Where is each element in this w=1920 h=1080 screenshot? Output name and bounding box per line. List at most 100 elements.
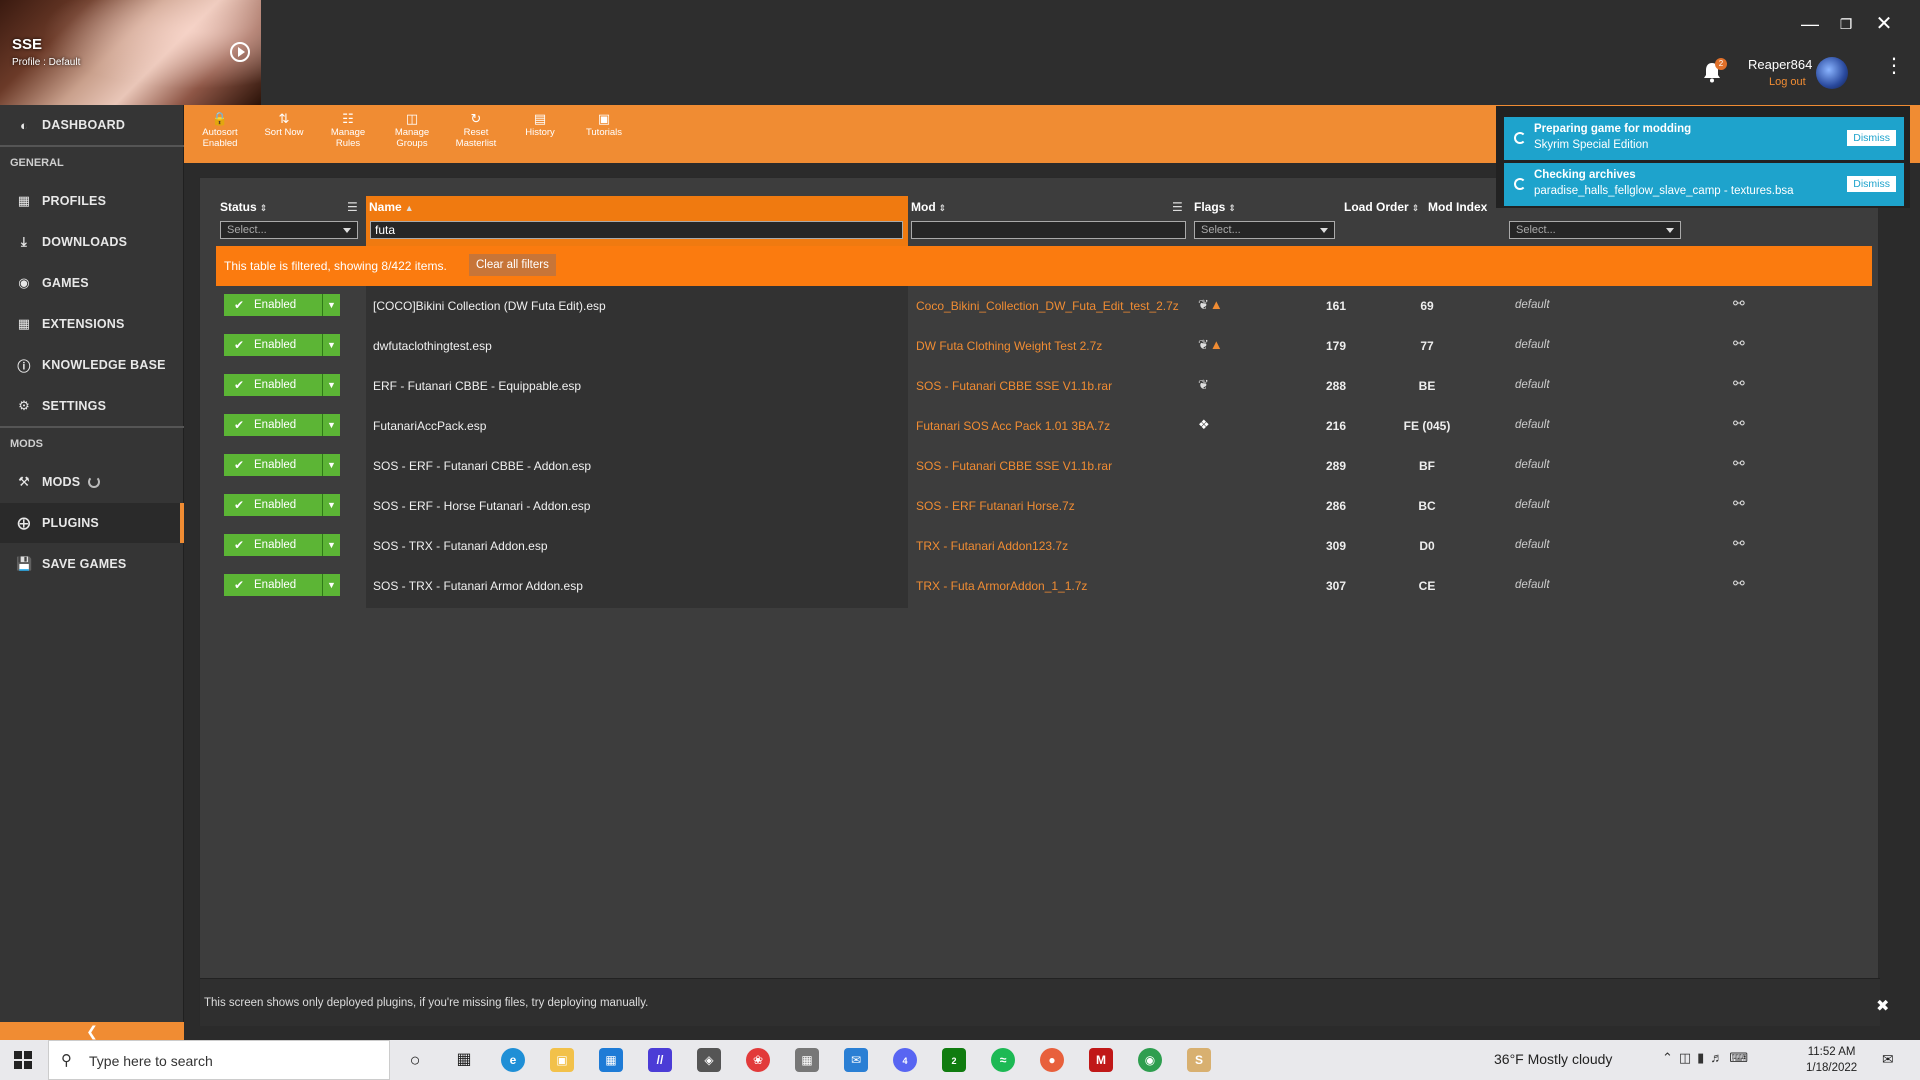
windows-start-icon[interactable] xyxy=(14,1051,32,1069)
table-row[interactable]: ✔ Enabled ▼ SOS - ERF - Futanari CBBE - Add… xyxy=(200,446,1880,486)
dependencies-icon[interactable]: ⚯ xyxy=(1733,295,1745,312)
group-label[interactable]: default xyxy=(1515,299,1550,311)
close-window-button[interactable]: ✕ xyxy=(1870,12,1898,36)
mod-link[interactable]: SOS - Futanari CBBE SSE V1.1b.rar xyxy=(916,379,1112,393)
chevron-down-icon[interactable]: ▼ xyxy=(322,494,340,516)
group-label[interactable]: default xyxy=(1515,339,1550,351)
sidebar-item-games[interactable]: ◉ GAMES xyxy=(0,263,184,303)
history-button[interactable]: ▤ History xyxy=(510,112,570,138)
chevron-down-icon[interactable]: ▼ xyxy=(322,294,340,316)
status-toggle-button[interactable]: ✔ Enabled ▼ xyxy=(224,534,340,556)
sidebar-item-knowledge-base[interactable]: ⓘ KNOWLEDGE BASE xyxy=(0,345,184,385)
store-icon[interactable]: ▦ xyxy=(599,1048,623,1072)
column-header-mod[interactable]: Mod ⇕ xyxy=(911,200,946,214)
dependencies-icon[interactable]: ⚯ xyxy=(1733,575,1745,592)
table-row[interactable]: ✔ Enabled ▼ FutanariAccPack.esp Futanari SOS… xyxy=(200,406,1880,446)
edge-icon[interactable]: e xyxy=(501,1048,525,1072)
dependencies-icon[interactable]: ⚯ xyxy=(1733,455,1745,472)
xbox-icon[interactable]: 2 xyxy=(942,1048,966,1072)
chevron-down-icon[interactable]: ▼ xyxy=(322,534,340,556)
column-header-mod-index[interactable]: Mod Index xyxy=(1428,200,1487,214)
close-icon[interactable]: ✖ xyxy=(1876,996,1889,1016)
sidebar-item-profiles[interactable]: ▦ PROFILES xyxy=(0,181,184,221)
chevron-down-icon[interactable]: ▼ xyxy=(322,414,340,436)
sidebar-item-settings[interactable]: ⚙ SETTINGS xyxy=(0,386,184,426)
flags-filter-select[interactable]: Select... xyxy=(1194,221,1335,239)
butterfly-app-icon[interactable]: ❀ xyxy=(746,1048,770,1072)
sidebar-collapse-button[interactable]: ❮ xyxy=(0,1022,184,1040)
status-toggle-button[interactable]: ✔ Enabled ▼ xyxy=(224,294,340,316)
group-label[interactable]: default xyxy=(1515,379,1550,391)
taskbar-search-input[interactable]: ⚲ Type here to search xyxy=(48,1040,390,1080)
game-tool-icon[interactable]: ▦ xyxy=(795,1048,819,1072)
status-toggle-button[interactable]: ✔ Enabled ▼ xyxy=(224,334,340,356)
column-header-flags[interactable]: Flags ⇕ xyxy=(1194,200,1236,214)
sidebar-item-mods[interactable]: ⚒ MODS xyxy=(0,462,184,502)
chrome-icon[interactable]: ◉ xyxy=(1138,1048,1162,1072)
sidebar-item-dashboard[interactable]: ◐ DASHBOARD xyxy=(0,105,184,145)
vortex-app-icon[interactable]: // xyxy=(648,1048,672,1072)
column-header-name[interactable]: Name ▲ xyxy=(369,200,414,214)
chevron-down-icon[interactable]: ▼ xyxy=(322,374,340,396)
action-center-icon[interactable]: ✉ xyxy=(1882,1051,1894,1068)
sidebar-item-extensions[interactable]: ▦ EXTENSIONS xyxy=(0,304,184,344)
task-view-icon[interactable]: ▦ xyxy=(452,1048,476,1072)
restore-button[interactable]: ❐ xyxy=(1832,12,1860,36)
column-header-load-order[interactable]: Load Order ⇕ xyxy=(1344,200,1419,214)
avatar[interactable] xyxy=(1816,57,1848,89)
status-filter-select[interactable]: Select... xyxy=(220,221,358,239)
more-menu-icon[interactable]: ⋮ xyxy=(1884,56,1904,84)
group-label[interactable]: default xyxy=(1515,579,1550,591)
sidebar-item-plugins[interactable]: ⨁ PLUGINS xyxy=(0,503,184,543)
status-toggle-button[interactable]: ✔ Enabled ▼ xyxy=(224,374,340,396)
sublime-icon[interactable]: S xyxy=(1187,1048,1211,1072)
system-tray-icons[interactable]: ⌃◫▮♬⌨ xyxy=(1662,1050,1754,1066)
flags-cell[interactable]: ❦ xyxy=(1198,377,1209,393)
mod-filter-input[interactable] xyxy=(911,221,1186,239)
play-icon[interactable] xyxy=(230,42,250,62)
chevron-down-icon[interactable]: ▼ xyxy=(322,454,340,476)
mod-link[interactable]: Coco_Bikini_Collection_DW_Futa_Edit_test… xyxy=(916,299,1179,313)
column-options-icon[interactable]: ☰ xyxy=(347,200,358,214)
status-toggle-button[interactable]: ✔ Enabled ▼ xyxy=(224,454,340,476)
dismiss-button[interactable]: Dismiss xyxy=(1847,176,1896,192)
dismiss-button[interactable]: Dismiss xyxy=(1847,130,1896,146)
chevron-down-icon[interactable]: ▼ xyxy=(322,574,340,596)
tutorials-button[interactable]: ▣ Tutorials xyxy=(574,112,634,138)
sidebar-item-save-games[interactable]: 💾 SAVE GAMES xyxy=(0,544,184,584)
group-label[interactable]: default xyxy=(1515,539,1550,551)
manage-groups-button[interactable]: ◫ Manage Groups xyxy=(382,112,442,149)
flags-cell[interactable]: ❖ xyxy=(1198,417,1210,433)
table-row[interactable]: ✔ Enabled ▼ SOS - TRX - Futanari Addon.esp T… xyxy=(200,526,1880,566)
mod-link[interactable]: Futanari SOS Acc Pack 1.01 3BA.7z xyxy=(916,419,1110,433)
mod-link[interactable]: SOS - Futanari CBBE SSE V1.1b.rar xyxy=(916,459,1112,473)
mail-icon[interactable]: ✉ xyxy=(844,1048,868,1072)
logout-link[interactable]: Log out xyxy=(1769,76,1806,88)
table-row[interactable]: ✔ Enabled ▼ SOS - ERF - Horse Futanari - Ad… xyxy=(200,486,1880,526)
file-explorer-icon[interactable]: ▣ xyxy=(550,1048,574,1072)
mod-link[interactable]: SOS - ERF Futanari Horse.7z xyxy=(916,499,1075,513)
reset-masterlist-button[interactable]: ↻ Reset Masterlist xyxy=(446,112,506,149)
group-label[interactable]: default xyxy=(1515,419,1550,431)
dependencies-icon[interactable]: ⚯ xyxy=(1733,495,1745,512)
cortana-icon[interactable]: ○ xyxy=(403,1048,427,1072)
group-filter-select[interactable]: Select... xyxy=(1509,221,1681,239)
mcafee-icon[interactable]: M xyxy=(1089,1048,1113,1072)
table-row[interactable]: ✔ Enabled ▼ dwfutaclothingtest.esp DW Futa C… xyxy=(200,326,1880,366)
flags-cell[interactable]: ❦▲ xyxy=(1198,337,1223,353)
status-toggle-button[interactable]: ✔ Enabled ▼ xyxy=(224,494,340,516)
spotify-icon[interactable]: ≈ xyxy=(991,1048,1015,1072)
dependencies-icon[interactable]: ⚯ xyxy=(1733,415,1745,432)
mod-link[interactable]: DW Futa Clothing Weight Test 2.7z xyxy=(916,339,1102,353)
status-toggle-button[interactable]: ✔ Enabled ▼ xyxy=(224,574,340,596)
flags-cell[interactable]: ❦▲ xyxy=(1198,297,1223,313)
group-label[interactable]: default xyxy=(1515,499,1550,511)
group-label[interactable]: default xyxy=(1515,459,1550,471)
cube-app-icon[interactable]: ◈ xyxy=(697,1048,721,1072)
column-header-status[interactable]: Status ⇕ xyxy=(220,200,267,214)
sort-now-button[interactable]: ⇅ Sort Now xyxy=(254,112,314,138)
game-thumbnail[interactable]: SSE Profile : Default xyxy=(0,0,261,105)
table-row[interactable]: ✔ Enabled ▼ ERF - Futanari CBBE - Equippabl… xyxy=(200,366,1880,406)
mod-link[interactable]: TRX - Futanari Addon123.7z xyxy=(916,539,1068,553)
weather-widget[interactable]: 36°F Mostly cloudy xyxy=(1494,1051,1612,1067)
